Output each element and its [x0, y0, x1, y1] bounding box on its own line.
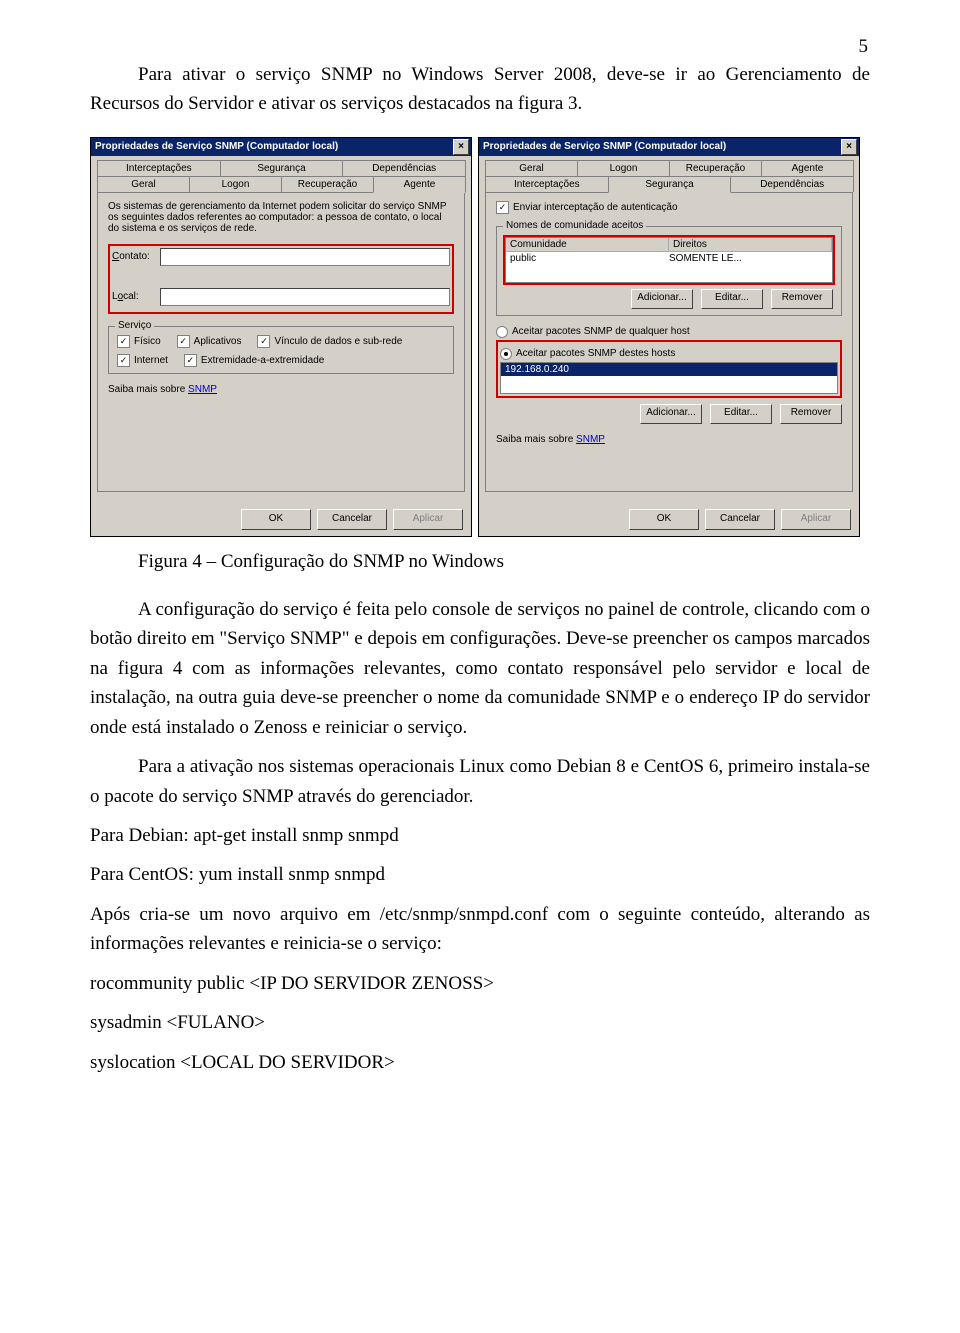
tab-interceptacoes[interactable]: Interceptações: [485, 176, 609, 192]
syslocation-line: syslocation <LOCAL DO SERVIDOR>: [90, 1048, 870, 1077]
chk-auth-trap[interactable]: ✓Enviar interceptação de autenticação: [496, 201, 678, 214]
ok-button[interactable]: OK: [241, 509, 311, 530]
row-community: public: [510, 253, 669, 264]
local-input[interactable]: [160, 288, 450, 306]
radio-these-hosts-label: Aceitar pacotes SNMP destes hosts: [516, 348, 675, 359]
titlebar: Propriedades de Serviço SNMP (Computador…: [479, 138, 859, 156]
tab-dependencias[interactable]: Dependências: [342, 160, 466, 176]
chk-fisico-label: Físico: [134, 336, 161, 347]
radio-any-host-label: Aceitar pacotes SNMP de qualquer host: [512, 326, 690, 337]
figure-4: Propriedades de Serviço SNMP (Computador…: [90, 137, 870, 537]
ok-button[interactable]: OK: [629, 509, 699, 530]
chk-internet-label: Internet: [134, 355, 168, 366]
chk-extremidade-label: Extremidade-a-extremidade: [201, 355, 324, 366]
saiba-mais: Saiba mais sobre SNMP: [108, 384, 454, 395]
edit-button[interactable]: Editar...: [701, 289, 763, 309]
tab-seguranca[interactable]: Segurança: [608, 176, 732, 193]
host-entry: 192.168.0.240: [501, 363, 837, 376]
radio-any-host[interactable]: Aceitar pacotes SNMP de qualquer host: [496, 326, 842, 338]
comunidades-legend: Nomes de comunidade aceitos: [503, 220, 646, 231]
remove-button[interactable]: Remover: [771, 289, 833, 309]
page-number: 5: [859, 36, 869, 58]
chk-aplicativos-label: Aplicativos: [194, 336, 242, 347]
servico-legend: Serviço: [115, 320, 154, 331]
hosts-list[interactable]: 192.168.0.240: [500, 362, 838, 394]
row-rights: SOMENTE LE...: [669, 253, 828, 264]
chk-internet[interactable]: ✓Internet: [117, 354, 168, 367]
titlebar: Propriedades de Serviço SNMP (Computador…: [91, 138, 471, 156]
comunidades-list[interactable]: Comunidade Direitos public SOMENTE LE...: [505, 237, 833, 283]
chk-extremidade[interactable]: ✓Extremidade-a-extremidade: [184, 354, 324, 367]
add-button[interactable]: Adicionar...: [631, 289, 693, 309]
contato-input[interactable]: [160, 248, 450, 266]
snmp-link[interactable]: SNMP: [576, 434, 605, 445]
saiba-text: Saiba mais sobre: [496, 434, 576, 445]
saiba-text: Saiba mais sobre: [108, 384, 188, 395]
close-icon[interactable]: ×: [453, 139, 469, 155]
dialog-title: Propriedades de Serviço SNMP (Computador…: [95, 141, 338, 152]
centos-line: Para CentOS: yum install snmp snmpd: [90, 860, 870, 889]
col-direitos: Direitos: [669, 238, 832, 251]
contato-label: Contato:: [112, 251, 160, 262]
paragraph-3: Para a ativação nos sistemas operacionai…: [90, 752, 870, 811]
chk-fisico[interactable]: ✓Físico: [117, 335, 161, 348]
col-comunidade: Comunidade: [506, 238, 669, 251]
cancel-button[interactable]: Cancelar: [705, 509, 775, 530]
debian-line: Para Debian: apt-get install snmp snmpd: [90, 821, 870, 850]
chk-auth-trap-label: Enviar interceptação de autenticação: [513, 202, 678, 213]
paragraph-1: Para ativar o serviço SNMP no Windows Se…: [90, 60, 870, 119]
tab-recuperacao[interactable]: Recuperação: [669, 160, 762, 176]
chk-aplicativos[interactable]: ✓Aplicativos: [177, 335, 242, 348]
snmp-dialog-seguranca: Propriedades de Serviço SNMP (Computador…: [478, 137, 860, 537]
tab-seguranca[interactable]: Segurança: [220, 160, 344, 176]
snmp-link[interactable]: SNMP: [188, 384, 217, 395]
rocommunity-line: rocommunity public <IP DO SERVIDOR ZENOS…: [90, 969, 870, 998]
snmpd-conf-line: Após cria-se um novo arquivo em /etc/snm…: [90, 900, 870, 959]
tab-dependencias[interactable]: Dependências: [730, 176, 854, 192]
radio-these-hosts[interactable]: Aceitar pacotes SNMP destes hosts: [500, 348, 838, 360]
remove-host-button[interactable]: Remover: [780, 404, 842, 424]
paragraph-2: A configuração do serviço é feita pelo c…: [90, 595, 870, 742]
local-label: Local:: [112, 291, 160, 302]
agente-description: Os sistemas de gerenciamento da Internet…: [108, 201, 454, 234]
snmp-dialog-agente: Propriedades de Serviço SNMP (Computador…: [90, 137, 472, 537]
sysadmin-line: sysadmin <FULANO>: [90, 1008, 870, 1037]
chk-vinculo[interactable]: ✓Vínculo de dados e sub-rede: [257, 335, 402, 348]
tab-geral[interactable]: Geral: [97, 176, 190, 192]
tab-logon[interactable]: Logon: [189, 176, 282, 192]
apply-button[interactable]: Aplicar: [781, 509, 851, 530]
tab-agente[interactable]: Agente: [761, 160, 854, 176]
figure-caption: Figura 4 – Configuração do SNMP no Windo…: [90, 551, 870, 573]
saiba-mais: Saiba mais sobre SNMP: [496, 434, 842, 445]
tab-geral[interactable]: Geral: [485, 160, 578, 176]
tab-recuperacao[interactable]: Recuperação: [281, 176, 374, 192]
tab-logon[interactable]: Logon: [577, 160, 670, 176]
tab-agente[interactable]: Agente: [373, 176, 466, 193]
chk-vinculo-label: Vínculo de dados e sub-rede: [274, 336, 402, 347]
cancel-button[interactable]: Cancelar: [317, 509, 387, 530]
close-icon[interactable]: ×: [841, 139, 857, 155]
apply-button[interactable]: Aplicar: [393, 509, 463, 530]
add-host-button[interactable]: Adicionar...: [640, 404, 702, 424]
dialog-title: Propriedades de Serviço SNMP (Computador…: [483, 141, 726, 152]
tab-interceptacoes[interactable]: Interceptações: [97, 160, 221, 176]
edit-host-button[interactable]: Editar...: [710, 404, 772, 424]
